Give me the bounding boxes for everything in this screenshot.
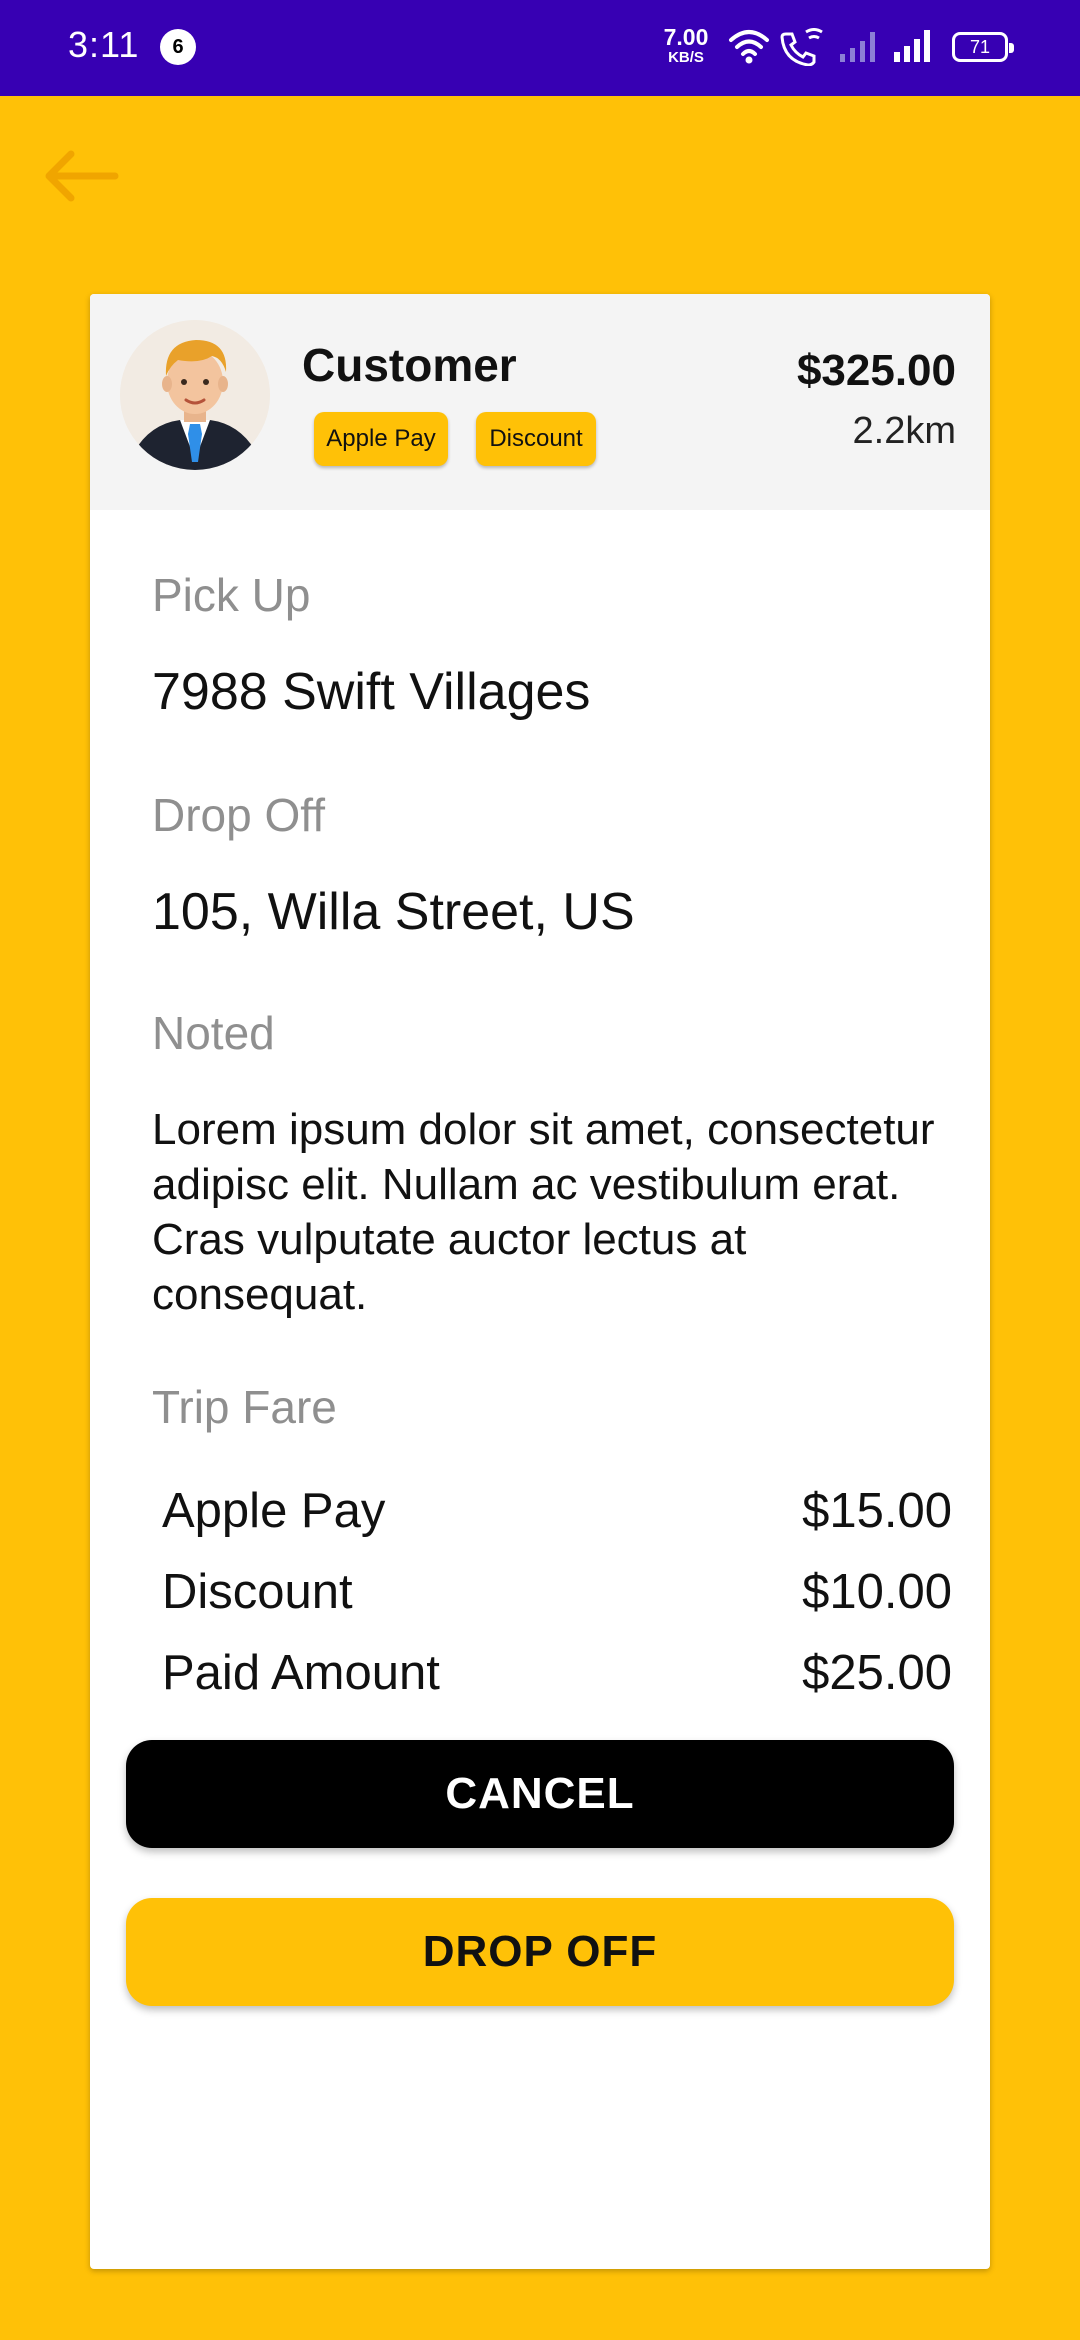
trip-price: $325.00 [796,346,956,395]
wifi-icon [729,30,769,64]
trip-detail-card: Customer Apple Pay Discount $325.00 2.2k… [90,294,990,2269]
note-label: Noted [152,1007,275,1059]
note-text: Lorem ipsum dolor sit amet, consectetur … [152,1105,935,1319]
network-speed-value: 7.00 [663,24,709,50]
status-time: 3:11 [68,24,140,65]
fare-item-name: Discount [162,1565,353,1619]
trip-distance: 2.2km [852,410,956,452]
drop-off-button[interactable]: DROP OFF [126,1898,954,2006]
fare-item-amount: $25.00 [802,1646,952,1700]
signal-weak-icon [840,32,875,62]
customer-name: Customer [302,339,517,391]
tag-apple-pay: Apple Pay [314,412,448,466]
back-button[interactable] [38,146,122,206]
status-bar: 3:11 6 7.00 KB/S 71 [0,0,1080,96]
fare-item-amount: $15.00 [802,1484,952,1538]
pickup-label: Pick Up [152,569,311,621]
fare-row: Paid Amount $25.00 [162,1638,952,1708]
fare-row: Apple Pay $15.00 [162,1476,952,1546]
fare-item-amount: $10.00 [802,1565,952,1619]
avatar [120,320,270,470]
trip-fare-label: Trip Fare [152,1381,337,1433]
fare-item-name: Paid Amount [162,1646,440,1700]
network-speed: 7.00 KB/S [660,24,712,66]
notification-badge: 6 [160,29,196,65]
fare-row: Discount $10.00 [162,1557,952,1627]
signal-icon [894,30,930,62]
wifi-calling-icon [780,28,823,66]
dropoff-address: 105, Willa Street, US [152,883,635,941]
tag-discount: Discount [476,412,596,466]
fare-item-name: Apple Pay [162,1484,386,1538]
network-speed-unit: KB/S [668,49,704,66]
pickup-address: 7988 Swift Villages [152,663,591,721]
arrow-left-icon [45,150,119,202]
battery-indicator: 71 [952,32,1014,62]
customer-header: Customer Apple Pay Discount $325.00 2.2k… [90,294,990,510]
businessman-avatar [120,320,270,470]
cancel-button[interactable]: CANCEL [126,1740,954,1848]
dropoff-label: Drop Off [152,789,325,841]
